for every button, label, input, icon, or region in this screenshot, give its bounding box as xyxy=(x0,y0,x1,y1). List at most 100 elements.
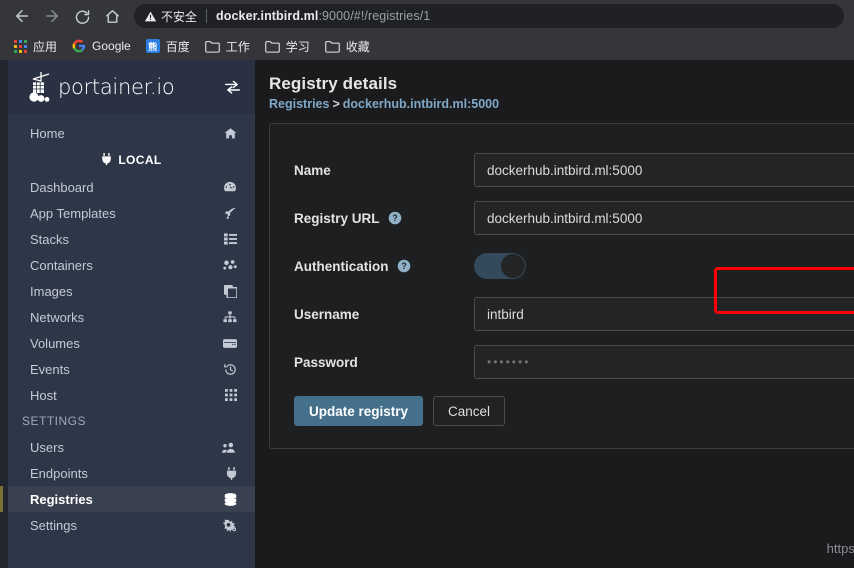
sidebar-item-registries[interactable]: Registries xyxy=(0,486,255,512)
update-registry-button[interactable]: Update registry xyxy=(294,396,424,426)
bookmark-label: Google xyxy=(92,39,131,53)
sidebar-item-dashboard[interactable]: Dashboard xyxy=(8,174,255,200)
bookmark-folder-work[interactable]: 工作 xyxy=(199,35,259,58)
breadcrumb-separator: > xyxy=(332,97,340,111)
users-icon xyxy=(222,442,237,453)
sidebar-item-label: Events xyxy=(30,361,70,377)
hdd-icon xyxy=(223,338,237,348)
baidu-icon: 熊 xyxy=(145,39,160,53)
sidebar-item-label: Containers xyxy=(30,257,93,273)
sidebar-item-label: Registries xyxy=(30,491,93,507)
url-host: docker.intbird.ml xyxy=(216,9,319,23)
sidebar-item-home[interactable]: Home xyxy=(8,120,255,146)
list-icon xyxy=(224,233,237,245)
bookmark-bar: 应用 Google 熊 百度 工作 学习 收藏 xyxy=(0,32,854,60)
authentication-toggle[interactable] xyxy=(474,253,526,279)
sidebar-item-containers[interactable]: Containers xyxy=(8,252,255,278)
form-row-authentication: Authentication ? xyxy=(294,242,854,290)
sidebar-item-label: Networks xyxy=(30,309,85,325)
warning-triangle-icon xyxy=(144,11,157,21)
sidebar-item-label: Stacks xyxy=(30,231,70,247)
svg-text:?: ? xyxy=(392,213,397,223)
sidebar-item-label: App Templates xyxy=(30,205,116,221)
address-bar[interactable]: 不安全 docker.intbird.ml:9000/#!/registries… xyxy=(134,4,844,28)
bookmark-baidu[interactable]: 熊 百度 xyxy=(140,35,199,58)
portainer-logo-icon xyxy=(29,72,50,102)
forward-button[interactable] xyxy=(38,2,66,30)
password-input[interactable] xyxy=(474,345,854,379)
sidebar-section-settings: SETTINGS xyxy=(22,414,87,428)
reload-button[interactable] xyxy=(68,2,96,30)
swap-arrows-icon[interactable] xyxy=(224,80,241,94)
name-label: Name xyxy=(294,162,331,178)
bookmark-label: 收藏 xyxy=(345,39,370,54)
plug-icon xyxy=(226,466,237,480)
bookmark-label: 学习 xyxy=(285,39,310,54)
page-header: Registry details Registries > dockerhub.in… xyxy=(255,60,854,123)
sidebar-item-stacks[interactable]: Stacks xyxy=(8,226,255,252)
cancel-button[interactable]: Cancel xyxy=(433,396,506,426)
form-row-name: Name xyxy=(294,146,854,194)
help-circle-icon[interactable]: ? xyxy=(397,259,411,273)
containers-icon xyxy=(223,259,237,271)
breadcrumb-root[interactable]: Registries xyxy=(269,97,329,111)
sidebar-item-events[interactable]: Events xyxy=(8,356,255,382)
registry-url-input[interactable] xyxy=(474,201,854,235)
bookmark-google[interactable]: Google xyxy=(66,36,140,56)
sidebar-item-volumes[interactable]: Volumes xyxy=(8,330,255,356)
security-chip[interactable]: 不安全 xyxy=(144,8,197,25)
sidebar-item-label: Settings xyxy=(30,517,77,533)
name-input[interactable] xyxy=(474,153,854,187)
portainer-app: portainer.io Home LOCAL Dashboard App Te… xyxy=(0,60,854,568)
folder-icon xyxy=(204,40,220,53)
sidebar: portainer.io Home LOCAL Dashboard App Te… xyxy=(0,60,255,568)
sidebar-item-networks[interactable]: Networks xyxy=(8,304,255,330)
grid-icon xyxy=(225,389,237,401)
security-label: 不安全 xyxy=(161,9,198,24)
registry-form-panel: Name Registry URL ? Authentication xyxy=(269,123,854,449)
sidebar-item-host[interactable]: Host xyxy=(8,382,255,408)
username-input[interactable] xyxy=(474,297,854,331)
bookmark-apps[interactable]: 应用 xyxy=(8,35,66,58)
username-label: Username xyxy=(294,306,360,322)
images-icon xyxy=(224,284,237,298)
bookmark-label: 百度 xyxy=(165,39,190,54)
breadcrumb-current[interactable]: dockerhub.intbird.ml:5000 xyxy=(343,97,499,111)
sidebar-item-label: Users xyxy=(30,439,64,455)
sidebar-item-label: Host xyxy=(30,387,57,403)
authentication-label: Authentication ? xyxy=(294,259,474,274)
sidebar-item-images[interactable]: Images xyxy=(8,278,255,304)
google-icon xyxy=(72,39,86,53)
form-row-password: Password xyxy=(294,338,854,386)
omnibox-divider xyxy=(206,9,208,23)
bookmark-folder-favorites[interactable]: 收藏 xyxy=(319,35,379,58)
back-button[interactable] xyxy=(8,2,36,30)
database-icon xyxy=(224,492,237,506)
form-row-username: Username xyxy=(294,290,854,338)
sidebar-brand[interactable]: portainer.io xyxy=(8,60,255,114)
sidebar-item-settings[interactable]: Settings xyxy=(8,512,255,538)
registry-url-label-text: Registry URL xyxy=(294,210,380,226)
breadcrumb: Registries > dockerhub.intbird.ml:5000 xyxy=(269,97,854,111)
brand-label: portainer.io xyxy=(58,75,175,99)
toggle-knob xyxy=(501,254,525,278)
watermark: https://blog.csdn.net/intbird xyxy=(826,541,854,556)
form-row-registry-url: Registry URL ? xyxy=(294,194,854,242)
help-circle-icon[interactable]: ? xyxy=(388,211,402,225)
house-icon xyxy=(224,127,237,140)
page-title: Registry details xyxy=(269,74,398,93)
form-actions: Update registry Cancel xyxy=(294,396,854,426)
sidebar-item-label: Home xyxy=(30,125,65,141)
plug-icon xyxy=(101,152,112,168)
sidebar-item-users[interactable]: Users xyxy=(8,434,255,460)
sidebar-item-endpoints[interactable]: Endpoints xyxy=(8,460,255,486)
sidebar-endpoint-indicator: LOCAL xyxy=(8,146,255,174)
sidebar-item-app-templates[interactable]: App Templates xyxy=(8,200,255,226)
endpoint-label: LOCAL xyxy=(118,153,162,167)
gears-icon xyxy=(223,518,237,532)
bookmark-folder-study[interactable]: 学习 xyxy=(259,35,319,58)
network-icon xyxy=(223,311,237,323)
home-button[interactable] xyxy=(98,2,126,30)
apps-grid-icon xyxy=(14,39,27,53)
gauge-icon xyxy=(223,181,237,193)
